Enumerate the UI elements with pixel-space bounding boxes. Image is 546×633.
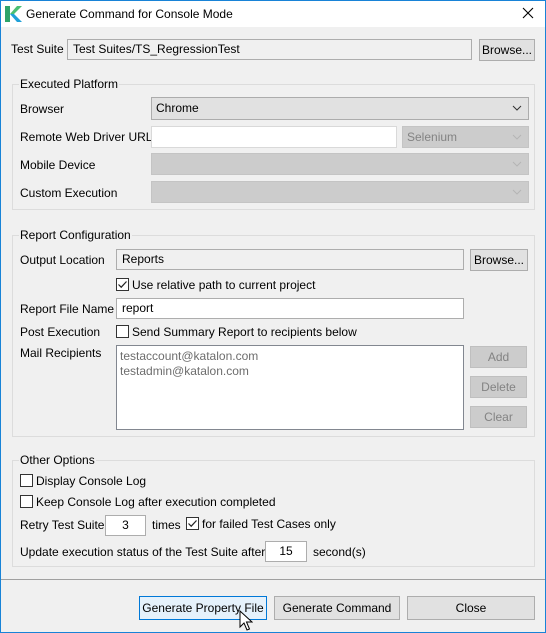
list-item[interactable]: testaccount@katalon.com — [120, 349, 460, 364]
checkmark-icon — [118, 281, 127, 289]
browser-select-value: Chrome — [156, 101, 199, 115]
add-recipient-button[interactable]: Add — [470, 346, 527, 368]
update-status-interval-input[interactable]: 15 — [265, 541, 307, 562]
close-button[interactable]: Close — [407, 596, 535, 620]
custom-execution-select[interactable] — [151, 181, 529, 203]
display-console-log-checkbox[interactable] — [20, 474, 33, 487]
checkmark-icon — [188, 520, 197, 528]
output-location-field[interactable]: Reports — [116, 249, 464, 270]
send-summary-checkbox[interactable] — [116, 325, 129, 338]
browser-select[interactable]: Chrome — [151, 97, 529, 120]
list-item[interactable]: testadmin@katalon.com — [120, 364, 460, 379]
remote-web-driver-url-input[interactable] — [151, 126, 397, 148]
remote-driver-type-value: Selenium — [407, 130, 458, 144]
mail-recipients-label: Mail Recipients — [20, 346, 102, 360]
mail-recipients-list[interactable]: testaccount@katalon.com testadmin@katalo… — [116, 345, 464, 430]
send-summary-label: Send Summary Report to recipients below — [132, 325, 357, 339]
test-suite-browse-button[interactable]: Browse... — [479, 39, 535, 61]
report-file-name-label: Report File Name — [20, 302, 115, 316]
generate-command-button[interactable]: Generate Command — [274, 596, 400, 620]
close-icon[interactable] — [519, 4, 537, 22]
keep-console-log-checkbox[interactable] — [20, 495, 33, 508]
output-location-browse-button[interactable]: Browse... — [470, 249, 528, 271]
remote-web-driver-label: Remote Web Driver URL — [20, 130, 153, 144]
footer-separator — [1, 579, 545, 580]
mobile-device-select[interactable] — [151, 153, 529, 175]
clear-recipients-button[interactable]: Clear — [470, 406, 527, 428]
keep-console-log-label: Keep Console Log after execution complet… — [36, 495, 276, 509]
chevron-down-icon — [512, 161, 522, 167]
window-title: Generate Command for Console Mode — [26, 7, 233, 21]
output-location-label: Output Location — [20, 253, 105, 267]
dialog-window: Generate Command for Console Mode Test S… — [0, 0, 546, 633]
executed-platform-title: Executed Platform — [19, 77, 120, 91]
chevron-down-icon — [512, 134, 522, 140]
katalon-logo-icon — [5, 6, 22, 22]
browser-label: Browser — [20, 102, 65, 116]
display-console-log-label: Display Console Log — [36, 474, 147, 488]
test-suite-label: Test Suite — [11, 42, 64, 56]
report-configuration-title: Report Configuration — [19, 228, 132, 242]
retry-unit-label: times — [152, 518, 181, 532]
chevron-down-icon — [512, 189, 522, 195]
failed-only-label: for failed Test Cases only — [202, 517, 336, 531]
relative-path-label: Use relative path to current project — [132, 278, 316, 292]
update-status-label: Update execution status of the Test Suit… — [20, 545, 266, 559]
delete-recipient-button[interactable]: Delete — [470, 376, 527, 398]
remote-driver-type-select[interactable]: Selenium — [402, 126, 529, 148]
mobile-device-label: Mobile Device — [20, 158, 96, 172]
retry-count-input[interactable]: 3 — [105, 515, 146, 536]
retry-label: Retry Test Suite — [20, 518, 105, 532]
failed-only-checkbox[interactable] — [186, 517, 199, 530]
report-file-name-input[interactable]: report — [116, 298, 464, 319]
chevron-down-icon — [512, 105, 522, 111]
post-execution-label: Post Execution — [20, 325, 101, 339]
other-options-title: Other Options — [19, 453, 96, 467]
update-status-unit-label: second(s) — [313, 545, 366, 559]
mouse-cursor-icon — [239, 610, 253, 631]
custom-execution-label: Custom Execution — [20, 186, 118, 200]
relative-path-checkbox[interactable] — [116, 278, 129, 291]
title-bar: Generate Command for Console Mode — [1, 1, 545, 27]
test-suite-field[interactable]: Test Suites/TS_RegressionTest — [67, 39, 472, 60]
